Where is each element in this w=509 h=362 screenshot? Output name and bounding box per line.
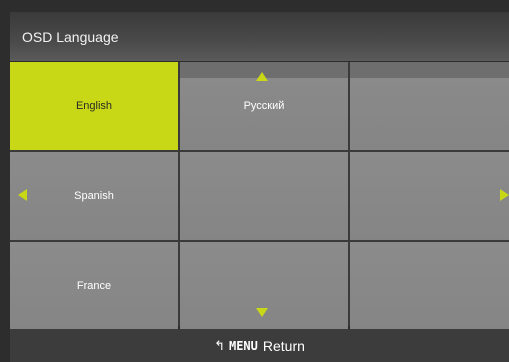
language-label: France bbox=[76, 280, 112, 292]
language-option-empty[interactable] bbox=[350, 242, 509, 330]
title-bar: OSD Language bbox=[10, 12, 509, 61]
language-grid: English Русский Spanish France bbox=[10, 62, 509, 330]
menu-key-label: MENU bbox=[228, 338, 258, 353]
language-option-empty[interactable] bbox=[350, 152, 509, 240]
language-option-france[interactable]: France bbox=[10, 242, 178, 330]
osd-menu: OSD Language English Русский Spanish Fra… bbox=[0, 0, 509, 362]
cell-top-strip bbox=[350, 62, 509, 78]
language-option-spanish[interactable]: Spanish bbox=[10, 152, 178, 240]
language-option-empty[interactable] bbox=[180, 152, 348, 240]
language-label: Spanish bbox=[74, 190, 114, 202]
language-option-empty[interactable] bbox=[350, 62, 509, 150]
page-title: OSD Language bbox=[22, 29, 119, 45]
language-label: English bbox=[75, 100, 113, 112]
footer-bar: ↰ MENU Return bbox=[10, 329, 509, 362]
arrow-right-icon[interactable] bbox=[500, 189, 509, 201]
language-label: Русский bbox=[243, 100, 285, 112]
arrow-up-icon[interactable] bbox=[256, 72, 268, 81]
return-icon: ↰ bbox=[214, 337, 225, 353]
arrow-down-icon[interactable] bbox=[256, 308, 268, 317]
arrow-left-icon[interactable] bbox=[18, 189, 27, 201]
return-label: Return bbox=[262, 337, 305, 354]
language-option-english[interactable]: English bbox=[10, 62, 178, 150]
